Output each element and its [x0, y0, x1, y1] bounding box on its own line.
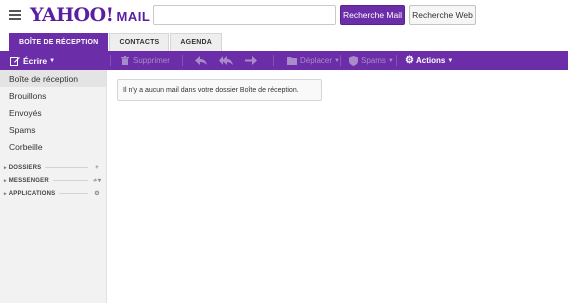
plus-icon[interactable]: +: [92, 165, 102, 171]
section-label: APPLICATIONS: [8, 190, 56, 197]
search-mail-button[interactable]: Recherche Mail: [340, 5, 405, 25]
section-divider: [45, 167, 88, 168]
sidebar-section-messenger[interactable]: ▸ MESSENGER ≁▾: [0, 174, 106, 187]
compose-button[interactable]: Écrire ▼: [10, 54, 55, 67]
sidebar-section-applications[interactable]: ▸ APPLICATIONS ⚙: [0, 187, 106, 200]
toolbar-divider: [340, 55, 341, 66]
logo-brand: YAHOO!: [30, 4, 114, 26]
chevron-right-icon: ▸: [4, 164, 7, 171]
search-input[interactable]: [153, 5, 336, 25]
menu-icon[interactable]: [9, 10, 21, 20]
section-label: MESSENGER: [8, 177, 49, 184]
yahoo-mail-logo[interactable]: YAHOO! MAIL: [30, 4, 151, 26]
move-label: Déplacer: [300, 56, 333, 65]
actions-button[interactable]: ⚙ Actions ▼: [405, 54, 453, 67]
sidebar: Boîte de réception Brouillons Envoyés Sp…: [0, 70, 107, 303]
reply-all-icon: [219, 56, 233, 65]
search-web-button[interactable]: Recherche Web: [409, 5, 476, 25]
compose-label: Écrire: [23, 55, 48, 66]
reply-button[interactable]: [195, 54, 207, 67]
spam-label: Spams: [361, 56, 386, 65]
section-divider: [59, 193, 88, 194]
forward-button[interactable]: [245, 54, 257, 67]
forward-icon: [245, 56, 257, 65]
empty-inbox-notice: Il n'y a aucun mail dans votre dossier B…: [117, 79, 322, 101]
delete-label: Supprimer: [133, 56, 170, 65]
trash-icon: [121, 56, 129, 65]
toolbar-divider: [273, 55, 274, 66]
header: YAHOO! MAIL Recherche Mail Recherche Web: [0, 0, 568, 32]
chevron-down-icon: ▼: [387, 57, 394, 64]
move-button[interactable]: Déplacer ▼: [287, 54, 340, 67]
gear-icon: ⚙: [405, 55, 414, 66]
toolbar: Écrire ▼ Supprimer Déplacer ▼ Spams ▼ ⚙ …: [0, 51, 568, 70]
chevron-right-icon: ▸: [4, 190, 7, 197]
gear-icon[interactable]: ⚙: [92, 190, 102, 197]
delete-button[interactable]: Supprimer: [121, 54, 170, 67]
reply-icon: [195, 56, 207, 65]
sidebar-item-inbox[interactable]: Boîte de réception: [0, 70, 106, 87]
status-icon[interactable]: ≁▾: [92, 177, 102, 184]
tab-contacts[interactable]: CONTACTS: [109, 33, 170, 51]
chevron-right-icon: ▸: [4, 177, 7, 184]
reply-all-button[interactable]: [219, 54, 233, 67]
toolbar-divider: [396, 55, 397, 66]
toolbar-divider: [110, 55, 111, 66]
logo-product: MAIL: [116, 9, 151, 24]
toolbar-divider: [182, 55, 183, 66]
tab-inbox[interactable]: BOÎTE DE RÉCEPTION: [9, 33, 109, 51]
actions-label: Actions: [415, 56, 446, 65]
sidebar-item-sent[interactable]: Envoyés: [0, 104, 106, 121]
tab-calendar[interactable]: AGENDA: [170, 33, 222, 51]
section-label: DOSSIERS: [8, 164, 42, 171]
sidebar-item-drafts[interactable]: Brouillons: [0, 87, 106, 104]
sidebar-item-spam[interactable]: Spams: [0, 121, 106, 138]
spam-button[interactable]: Spams ▼: [349, 54, 394, 67]
section-divider: [52, 180, 88, 181]
folder-icon: [287, 57, 297, 65]
sidebar-section-folders[interactable]: ▸ DOSSIERS +: [0, 161, 106, 174]
sidebar-item-trash[interactable]: Corbeille: [0, 138, 106, 155]
chevron-down-icon: ▼: [447, 57, 454, 64]
chevron-down-icon: ▼: [49, 57, 56, 64]
main-tabs: BOÎTE DE RÉCEPTION CONTACTS AGENDA: [9, 33, 223, 51]
compose-icon: [10, 56, 20, 66]
shield-icon: [349, 55, 358, 66]
